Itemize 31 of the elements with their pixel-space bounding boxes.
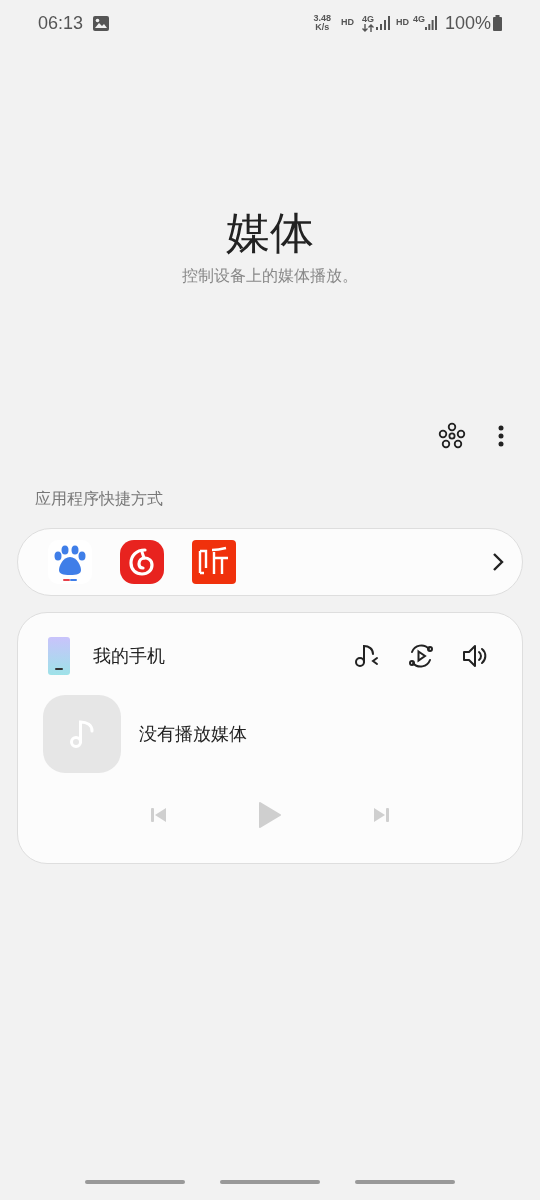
signal-icon: [424, 16, 437, 30]
nav-handle[interactable]: [354, 1180, 455, 1184]
connected-nodes-icon[interactable]: [438, 422, 466, 450]
signal-icon: [375, 16, 390, 30]
battery-icon: [493, 15, 502, 31]
music-share-icon[interactable]: [354, 643, 380, 669]
play-sync-icon[interactable]: [408, 643, 434, 669]
data-arrows-icon: [361, 23, 374, 32]
page-title: 媒体: [226, 206, 314, 260]
no-media-message: 没有播放媒体: [139, 722, 247, 746]
phone-icon: [48, 637, 70, 675]
music-note-icon: [69, 719, 95, 749]
image-icon: [93, 15, 110, 31]
clock: 06:13: [38, 11, 84, 35]
nav-handle[interactable]: [220, 1180, 320, 1184]
volume-icon[interactable]: [462, 643, 488, 669]
speed-value: 3.48: [313, 14, 331, 23]
section-label: 应用程序快捷方式: [35, 489, 164, 509]
more-options-icon[interactable]: [498, 425, 504, 447]
speed-unit: K/s: [315, 23, 330, 32]
swirl-app-icon[interactable]: [120, 540, 164, 584]
device-name: 我的手机: [93, 644, 165, 668]
hd-label: HD: [395, 16, 409, 30]
listen-app-icon[interactable]: [192, 540, 236, 584]
hd-label: HD: [340, 16, 354, 30]
page-subtitle: 控制设备上的媒体播放。: [182, 266, 358, 286]
network-label: 4G: [412, 13, 425, 26]
chevron-right-icon[interactable]: [492, 552, 504, 572]
battery-percent: 100%: [444, 11, 491, 35]
network-label: 4G: [361, 14, 374, 24]
nav-handle[interactable]: [85, 1180, 186, 1184]
